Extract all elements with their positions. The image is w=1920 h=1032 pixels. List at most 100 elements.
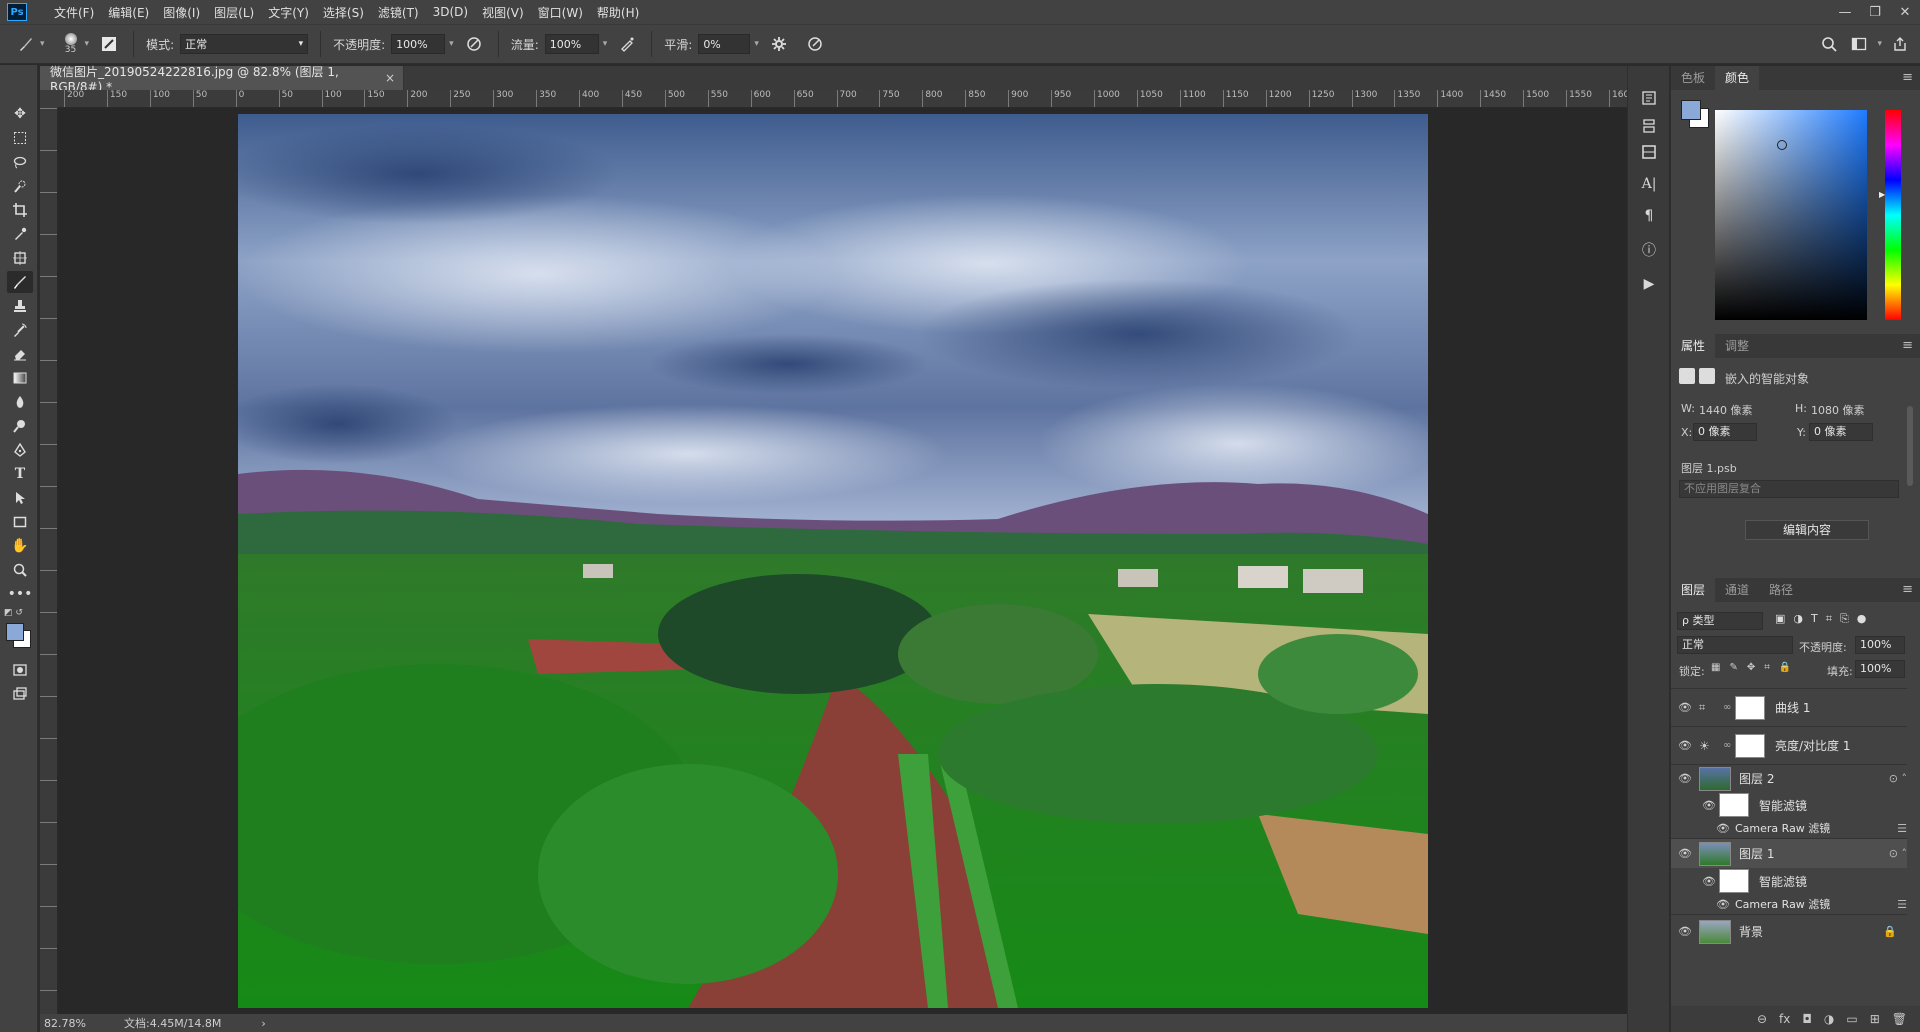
chevron-down-icon[interactable]: ▾ (1877, 39, 1882, 49)
filter-smart-object-icon[interactable]: ⎘ (1840, 612, 1849, 626)
visibility-eye-icon[interactable]: 👁 (1671, 772, 1699, 785)
lock-all-icon[interactable]: 🔒 (1779, 662, 1791, 673)
info-panel-icon[interactable]: ⓘ (1637, 238, 1661, 262)
character-panel-icon[interactable]: A| (1637, 172, 1661, 196)
restore-button[interactable]: ❐ (1860, 0, 1890, 24)
menu-help[interactable]: 帮助(H) (590, 4, 646, 21)
smart-filter-toggle-icon[interactable]: ⊙ ˄ (1889, 847, 1907, 860)
panel-menu-icon[interactable]: ≡ (1902, 578, 1913, 602)
tab-color[interactable]: 颜色 (1715, 66, 1760, 90)
visibility-eye-icon[interactable]: 👁 (1671, 701, 1699, 714)
edit-contents-button[interactable]: 编辑内容 (1745, 520, 1869, 540)
layer-thumbnail[interactable] (1699, 841, 1731, 866)
panel-menu-icon[interactable]: ≡ (1902, 66, 1913, 90)
opacity-input[interactable]: 100% (391, 34, 446, 54)
layer-row[interactable]: 👁 智能滤镜 (1671, 868, 1907, 894)
eraser-tool-icon[interactable] (7, 343, 33, 365)
actions-panel-icon[interactable] (1637, 114, 1661, 138)
tab-adjustments[interactable]: 调整 (1715, 334, 1759, 358)
filter-blending-options-icon[interactable]: ☰ (1897, 822, 1907, 835)
smart-filter-mask-thumbnail[interactable] (1719, 869, 1749, 893)
link-icon[interactable]: ∞ (1723, 702, 1735, 713)
close-tab-icon[interactable]: × (385, 71, 395, 85)
add-mask-icon[interactable]: ◘ (1802, 1012, 1812, 1026)
visibility-eye-icon[interactable]: 👁 (1699, 799, 1719, 812)
foreground-color-swatch[interactable] (1681, 100, 1701, 120)
layer-row[interactable]: 👁 Camera Raw 滤镜 ☰ (1671, 894, 1907, 914)
pressure-opacity-icon[interactable] (462, 32, 486, 56)
type-tool-icon[interactable]: T (7, 463, 33, 485)
menu-type[interactable]: 文字(Y) (261, 4, 316, 21)
menu-filter[interactable]: 滤镜(T) (371, 4, 426, 21)
smart-filter-toggle-icon[interactable]: ⊙ ˄ (1889, 772, 1907, 785)
link-icon[interactable]: ∞ (1723, 740, 1735, 751)
y-input[interactable]: 0 像素 (1809, 423, 1873, 441)
play-action-icon[interactable]: ▶ (1637, 272, 1661, 296)
libraries-panel-icon[interactable] (1637, 140, 1661, 164)
filter-pixel-icon[interactable]: ▣ (1775, 612, 1785, 626)
layer-mask-thumbnail[interactable] (1735, 695, 1765, 720)
layer-mask-thumbnail[interactable] (1735, 733, 1765, 758)
layer-row[interactable]: 👁 Camera Raw 滤镜 ☰ (1671, 818, 1907, 838)
x-input[interactable]: 0 像素 (1693, 423, 1757, 441)
menu-select[interactable]: 选择(S) (316, 4, 371, 21)
screen-mode-icon[interactable] (7, 683, 33, 705)
menu-view[interactable]: 视图(V) (475, 4, 531, 21)
menu-file[interactable]: 文件(F) (47, 4, 101, 21)
blend-mode-select[interactable]: 正常 (1677, 636, 1793, 654)
crop-tool-icon[interactable] (7, 199, 33, 221)
tab-swatches[interactable]: 色板 (1671, 66, 1715, 90)
menu-edit[interactable]: 编辑(E) (101, 4, 156, 21)
pressure-size-icon[interactable] (803, 32, 827, 56)
chevron-down-icon[interactable]: ▾ (85, 39, 90, 49)
tab-paths[interactable]: 路径 (1759, 578, 1803, 602)
visibility-eye-icon[interactable]: 👁 (1715, 898, 1731, 911)
more-tools-icon[interactable]: ••• (7, 583, 33, 605)
brush-preset-icon[interactable] (14, 32, 38, 56)
height-value[interactable]: 1080 像素 (1811, 402, 1865, 418)
blur-tool-icon[interactable] (7, 391, 33, 413)
properties-scrollbar[interactable] (1907, 406, 1913, 486)
brush-settings-panel-icon[interactable] (97, 32, 121, 56)
move-tool-icon[interactable]: ✥ (7, 103, 33, 125)
quick-selection-tool-icon[interactable] (7, 175, 33, 197)
document-canvas-image[interactable] (238, 114, 1428, 1008)
filter-type-icon[interactable]: T (1811, 612, 1818, 626)
lock-transparent-icon[interactable]: ▦ (1711, 662, 1720, 673)
pen-tool-icon[interactable] (7, 439, 33, 461)
layer-row[interactable]: 👁 ☀ ∞ 亮度/对比度 1 (1671, 726, 1907, 764)
width-value[interactable]: 1440 像素 (1699, 402, 1753, 418)
chevron-down-icon[interactable]: ▾ (754, 39, 759, 49)
filter-toggle-icon[interactable]: ● (1857, 612, 1867, 626)
minimize-button[interactable]: — (1830, 0, 1860, 24)
link-layers-icon[interactable]: ⊖ (1757, 1012, 1767, 1026)
hand-tool-icon[interactable]: ✋ (7, 535, 33, 557)
lock-icon[interactable]: 🔒 (1883, 925, 1897, 938)
foreground-color-swatch[interactable] (6, 623, 24, 641)
menu-layer[interactable]: 图层(L) (207, 4, 261, 21)
layer-row[interactable]: 👁 ⌗ ∞ 曲线 1 (1671, 688, 1907, 726)
gear-icon[interactable] (767, 32, 791, 56)
color-picker-cursor[interactable] (1777, 140, 1787, 150)
layer-row[interactable]: 👁 背景 🔒 (1671, 914, 1907, 948)
tab-layers[interactable]: 图层 (1671, 578, 1716, 602)
path-selection-tool-icon[interactable] (7, 487, 33, 509)
workspace-icon[interactable] (1847, 32, 1871, 56)
color-field[interactable] (1715, 110, 1867, 320)
rectangle-tool-icon[interactable] (7, 511, 33, 533)
hue-slider-handle[interactable]: ▶ (1879, 190, 1885, 199)
lock-image-icon[interactable]: ✎ (1729, 662, 1737, 673)
history-brush-tool-icon[interactable] (7, 319, 33, 341)
zoom-tool-icon[interactable] (7, 559, 33, 581)
quick-mask-icon[interactable] (7, 659, 33, 681)
filter-blending-options-icon[interactable]: ☰ (1897, 898, 1907, 911)
chevron-down-icon[interactable]: ▾ (40, 39, 45, 49)
layer-row[interactable]: 👁 图层 2 ⊙ ˄ (1671, 764, 1907, 792)
frame-tool-icon[interactable] (7, 247, 33, 269)
visibility-eye-icon[interactable]: 👁 (1671, 739, 1699, 752)
eyedropper-tool-icon[interactable] (7, 223, 33, 245)
canvas-area[interactable] (58, 108, 1627, 1015)
lock-position-icon[interactable]: ✥ (1747, 662, 1755, 673)
hue-slider[interactable] (1885, 110, 1901, 320)
delete-layer-icon[interactable]: 🗑 (1892, 1012, 1907, 1026)
